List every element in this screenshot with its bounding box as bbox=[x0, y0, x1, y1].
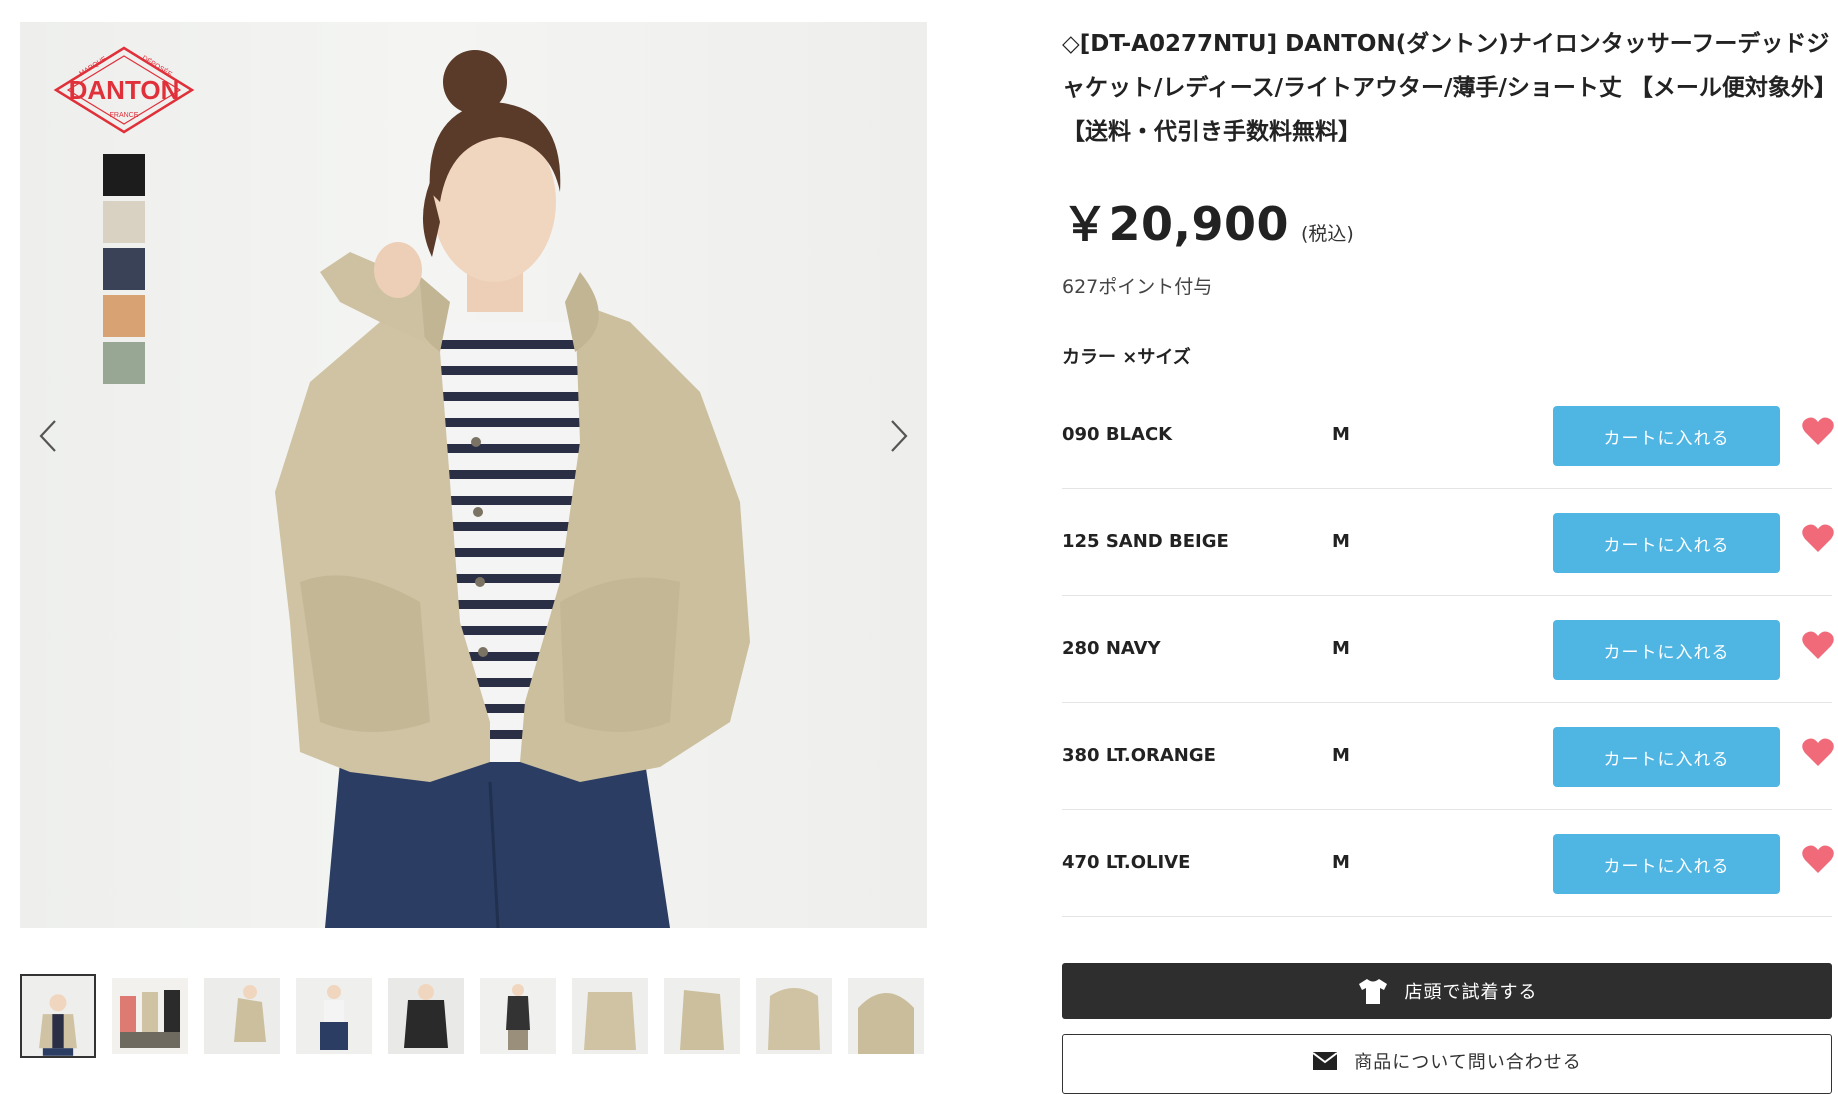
thumbnail-10[interactable] bbox=[848, 978, 924, 1054]
envelope-icon bbox=[1312, 1052, 1338, 1070]
thumbnail-9[interactable] bbox=[756, 978, 832, 1054]
add-to-cart-button[interactable]: カートに入れる bbox=[1553, 513, 1780, 573]
favorite-heart-icon[interactable] bbox=[1801, 522, 1835, 554]
add-to-cart-button[interactable]: カートに入れる bbox=[1553, 406, 1780, 466]
thumbnail-2[interactable] bbox=[112, 978, 188, 1054]
variant-size: M bbox=[1332, 852, 1350, 873]
variant-size: M bbox=[1332, 638, 1350, 659]
product-inquiry-button[interactable]: 商品について問い合わせる bbox=[1062, 1034, 1832, 1094]
tshirt-icon bbox=[1358, 979, 1387, 1004]
add-to-cart-button[interactable]: カートに入れる bbox=[1553, 727, 1780, 787]
inquiry-label: 商品について問い合わせる bbox=[1354, 1052, 1582, 1073]
thumbnail-3[interactable] bbox=[204, 978, 280, 1054]
thumbnail-5[interactable] bbox=[388, 978, 464, 1054]
try-on-label: 店頭で試着する bbox=[1404, 982, 1538, 1003]
thumbnail-1[interactable] bbox=[20, 974, 96, 1058]
color-swatch-sand-beige bbox=[103, 201, 145, 243]
variant-color: 090 BLACK bbox=[1062, 424, 1173, 445]
variant-size: M bbox=[1332, 531, 1350, 552]
color-swatch-black bbox=[103, 154, 145, 196]
thumbnail-4[interactable] bbox=[296, 978, 372, 1054]
gallery-prev-button[interactable] bbox=[26, 404, 70, 468]
color-swatch-navy bbox=[103, 248, 145, 290]
product-title: ◇[DT-A0277NTU] DANTON(ダントン)ナイロンタッサーフーデッド… bbox=[1062, 31, 1830, 145]
favorite-heart-icon[interactable] bbox=[1801, 843, 1835, 875]
svg-text:FRANCE: FRANCE bbox=[110, 112, 139, 119]
color-swatch-lt-olive bbox=[103, 342, 145, 384]
svg-text:DANTON: DANTON bbox=[69, 75, 180, 105]
favorite-heart-icon[interactable] bbox=[1801, 415, 1835, 447]
reward-points: 627ポイント付与 bbox=[1062, 276, 1213, 298]
danton-logo: DANTON MARQUE DÉPOSÉE FRANCE bbox=[53, 46, 195, 134]
variant-heading: カラー ×サイズ bbox=[1062, 347, 1191, 368]
add-to-cart-button[interactable]: カートに入れる bbox=[1553, 834, 1780, 894]
variant-color: 470 LT.OLIVE bbox=[1062, 852, 1191, 873]
thumbnail-strip bbox=[20, 974, 927, 1064]
variant-row: 090 BLACK M カートに入れる bbox=[1062, 382, 1835, 489]
thumbnail-8[interactable] bbox=[664, 978, 740, 1054]
model-photo bbox=[275, 50, 750, 928]
variant-row: 280 NAVY M カートに入れる bbox=[1062, 596, 1835, 703]
chevron-right-icon bbox=[891, 420, 908, 452]
variant-row: 470 LT.OLIVE M カートに入れる bbox=[1062, 810, 1835, 917]
variant-row: 125 SAND BEIGE M カートに入れる bbox=[1062, 489, 1835, 596]
variant-color: 280 NAVY bbox=[1062, 638, 1161, 659]
thumbnail-7[interactable] bbox=[572, 978, 648, 1054]
thumbnail-6[interactable] bbox=[480, 978, 556, 1054]
variant-row: 380 LT.ORANGE M カートに入れる bbox=[1062, 703, 1835, 810]
variant-color: 380 LT.ORANGE bbox=[1062, 745, 1216, 766]
variant-color: 125 SAND BEIGE bbox=[1062, 531, 1229, 552]
variant-size: M bbox=[1332, 745, 1350, 766]
try-on-in-store-button[interactable]: 店頭で試着する bbox=[1062, 963, 1832, 1019]
favorite-heart-icon[interactable] bbox=[1801, 736, 1835, 768]
variant-size: M bbox=[1332, 424, 1350, 445]
price-value: ￥20,900 bbox=[1062, 197, 1290, 251]
price-block: ￥20,900 (税込) bbox=[1062, 188, 1354, 254]
favorite-heart-icon[interactable] bbox=[1801, 629, 1835, 661]
main-product-image[interactable]: DANTON MARQUE DÉPOSÉE FRANCE bbox=[20, 22, 927, 928]
gallery-next-button[interactable] bbox=[877, 404, 921, 468]
color-swatch-lt-orange bbox=[103, 295, 145, 337]
chevron-left-icon bbox=[39, 420, 56, 452]
add-to-cart-button[interactable]: カートに入れる bbox=[1553, 620, 1780, 680]
tax-note: (税込) bbox=[1301, 223, 1354, 245]
